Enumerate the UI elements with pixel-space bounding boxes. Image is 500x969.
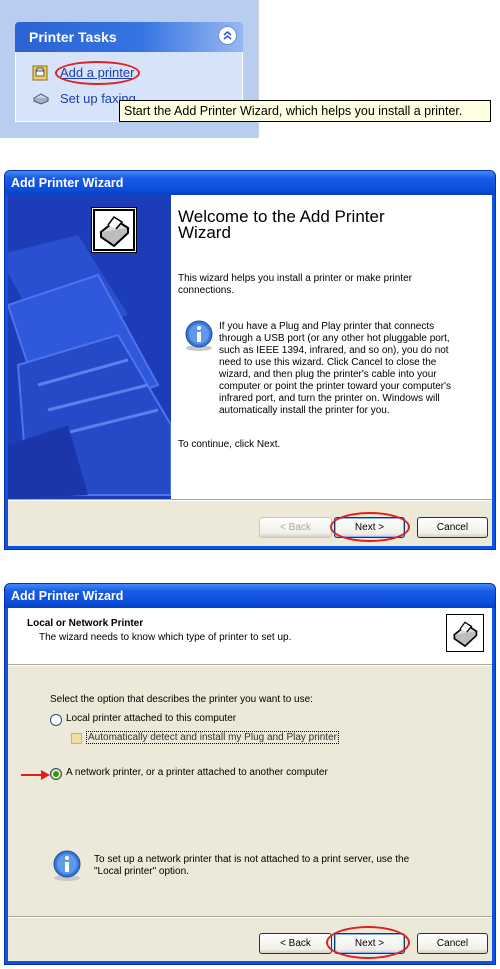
- header-subtitle: The wizard needs to know which type of p…: [39, 632, 292, 643]
- title-bar[interactable]: Add Printer Wizard: [5, 584, 495, 608]
- welcome-heading: Welcome to the Add Printer Wizard: [178, 207, 385, 242]
- local-printer-radio[interactable]: [50, 714, 62, 726]
- window-title: Add Printer Wizard: [11, 176, 124, 190]
- wizard-frame: Welcome to the Add Printer Wizard This w…: [8, 195, 492, 546]
- printer-header-icon: [446, 614, 484, 652]
- info-icon: [183, 319, 216, 352]
- next-highlight-ellipse: [330, 512, 410, 542]
- red-arrow-icon: [21, 770, 50, 780]
- cancel-button[interactable]: Cancel: [417, 517, 488, 538]
- back-button[interactable]: < Back: [259, 517, 332, 538]
- printer-tasks-title: Printer Tasks: [29, 29, 117, 45]
- tooltip: Start the Add Printer Wizard, which help…: [119, 100, 491, 122]
- auto-detect-text: Automatically detect and install my Plug…: [86, 731, 340, 744]
- fax-icon: [32, 91, 50, 107]
- next-highlight-ellipse: [326, 926, 410, 959]
- plug-and-play-info-text: If you have a Plug and Play printer that…: [219, 321, 452, 416]
- title-bar[interactable]: Add Printer Wizard: [5, 171, 495, 195]
- info-icon: [51, 849, 84, 882]
- separator: [8, 499, 492, 501]
- separator: [8, 916, 492, 918]
- highlight-ellipse: [55, 61, 140, 85]
- continue-instruction: To continue, click Next.: [178, 439, 281, 450]
- local-printer-label[interactable]: Local printer attached to this computer: [66, 713, 236, 724]
- wizard-frame: Local or Network Printer The wizard need…: [8, 608, 492, 961]
- back-button[interactable]: < Back: [259, 933, 332, 954]
- printer-tasks-header[interactable]: Printer Tasks: [15, 22, 243, 52]
- header-separator: [8, 664, 492, 666]
- option-prompt: Select the option that describes the pri…: [50, 694, 313, 705]
- network-printer-radio[interactable]: [50, 768, 62, 780]
- wizard-banner: [8, 195, 171, 499]
- add-printer-wizard-type: Add Printer Wizard Local or Network Prin…: [4, 583, 496, 965]
- wizard-header: Local or Network Printer The wizard need…: [8, 608, 492, 664]
- collapse-chevron-icon[interactable]: [218, 26, 237, 45]
- network-info-text: To set up a network printer that is not …: [94, 854, 410, 877]
- window-title: Add Printer Wizard: [11, 589, 124, 603]
- auto-detect-label[interactable]: Automatically detect and install my Plug…: [86, 731, 340, 744]
- network-printer-label[interactable]: A network printer, or a printer attached…: [66, 767, 328, 778]
- welcome-intro-text: This wizard helps you install a printer …: [178, 273, 412, 296]
- add-printer-icon: [32, 65, 48, 81]
- header-title: Local or Network Printer: [27, 618, 144, 629]
- add-printer-wizard-welcome: Add Printer Wizard Welcome to the Add Pr…: [4, 170, 496, 550]
- welcome-content: Welcome to the Add Printer Wizard This w…: [171, 195, 492, 499]
- auto-detect-checkbox[interactable]: [71, 733, 82, 744]
- cancel-button[interactable]: Cancel: [417, 933, 488, 954]
- printer-logo-icon: [91, 207, 137, 253]
